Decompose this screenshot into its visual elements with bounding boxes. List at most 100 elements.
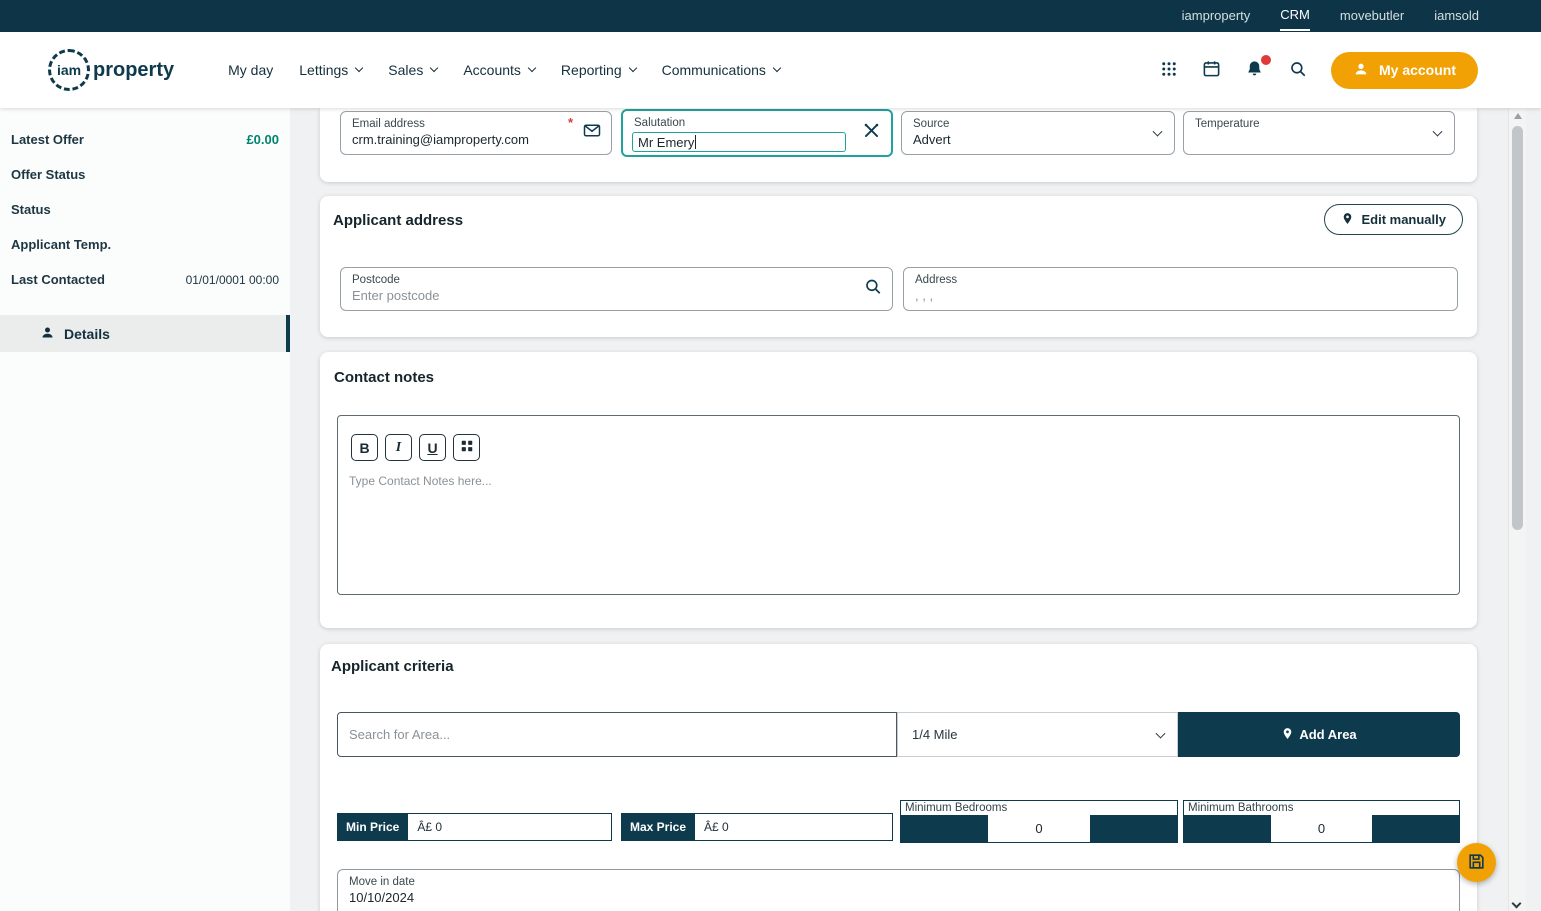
add-area-button[interactable]: Add Area: [1178, 712, 1460, 757]
radius-select[interactable]: 1/4 Mile: [897, 712, 1178, 757]
max-price-label: Max Price: [621, 813, 696, 841]
save-button[interactable]: [1457, 843, 1496, 882]
bathrooms-value[interactable]: 0: [1270, 815, 1373, 842]
person-icon: [40, 325, 55, 343]
bedrooms-value[interactable]: 0: [987, 815, 1091, 842]
source-value: Advert: [913, 132, 951, 147]
top-bar: iamproperty CRM movebutler iamsold: [0, 0, 1541, 32]
chevron-down-icon: [1155, 728, 1166, 739]
minimum-bedrooms-stepper: Minimum Bedrooms 0: [900, 800, 1178, 843]
topbar-link-crm[interactable]: CRM: [1280, 1, 1310, 31]
applicant-address-card: Applicant address Edit manually Postcode…: [320, 196, 1477, 337]
main-header: iam property My day Lettings Sales Accou…: [0, 32, 1541, 108]
sidebar-field-last-contacted: Last Contacted 01/01/0001 00:00: [11, 272, 279, 287]
chevron-down-icon: [527, 63, 537, 73]
primary-nav: My day Lettings Sales Accounts Reporting…: [228, 62, 782, 78]
chevron-down-icon: [628, 63, 637, 73]
min-price-input[interactable]: Â£ 0: [408, 813, 612, 841]
min-price-group: Min Price Â£ 0: [337, 813, 612, 841]
italic-button[interactable]: I: [385, 434, 412, 461]
edit-manually-button[interactable]: Edit manually: [1324, 204, 1463, 235]
minimum-bathrooms-stepper: Minimum Bathrooms 0: [1183, 800, 1460, 843]
nav-my-day[interactable]: My day: [228, 62, 273, 78]
person-icon: [1353, 61, 1369, 80]
chevron-down-icon: [772, 63, 782, 73]
required-marker: *: [567, 115, 573, 130]
notifications-button[interactable]: [1241, 53, 1273, 84]
my-account-label: My account: [1378, 62, 1456, 78]
scroll-up-arrow[interactable]: [1514, 113, 1522, 119]
contact-notes-card: Contact notes B I U Type Contact Notes h…: [320, 352, 1477, 628]
nav-lettings[interactable]: Lettings: [299, 62, 364, 78]
bathrooms-decrement-button[interactable]: [1184, 815, 1270, 842]
topbar-link-iamproperty[interactable]: iamproperty: [1182, 0, 1251, 32]
address-value: , , ,: [915, 288, 934, 303]
sidebar-field-applicant-temp: Applicant Temp.: [11, 237, 112, 252]
salutation-input[interactable]: Mr Emery: [632, 132, 846, 152]
postcode-field[interactable]: Postcode: [340, 267, 893, 311]
search-icon: [1289, 60, 1307, 81]
min-price-label: Min Price: [337, 813, 409, 841]
notification-badge: [1258, 53, 1273, 67]
sidebar-field-status: Status: [11, 202, 51, 217]
chevron-down-icon: [430, 63, 439, 73]
tools-icon[interactable]: [862, 121, 881, 145]
contact-details-card: Email address crm.training@iamproperty.c…: [320, 108, 1477, 182]
apps-grid-button[interactable]: [1155, 56, 1183, 84]
bedrooms-decrement-button[interactable]: [901, 815, 987, 842]
bold-button[interactable]: B: [351, 434, 378, 461]
grid-icon: [460, 439, 474, 456]
location-pin-icon: [1341, 212, 1354, 228]
scrollbar-thumb[interactable]: [1512, 126, 1523, 530]
vertical-scrollbar[interactable]: [1508, 108, 1526, 911]
sidebar-details-label: Details: [64, 325, 110, 342]
postcode-input[interactable]: [352, 288, 832, 303]
max-price-group: Max Price Â£ 0: [621, 813, 893, 841]
search-button[interactable]: [1284, 56, 1312, 84]
search-icon[interactable]: [864, 278, 882, 301]
max-price-input[interactable]: Â£ 0: [695, 813, 893, 841]
nav-sales[interactable]: Sales: [388, 62, 439, 78]
my-account-button[interactable]: My account: [1330, 51, 1478, 89]
email-address-value: crm.training@iamproperty.com: [352, 132, 529, 147]
move-in-date-value: 10/10/2024: [349, 890, 415, 905]
address-field[interactable]: Address , , ,: [903, 267, 1458, 311]
sidebar-field-offer-status: Offer Status: [11, 167, 86, 182]
iamproperty-crm-screen: iamproperty CRM movebutler iamsold iam p…: [0, 0, 1541, 911]
email-address-field[interactable]: Email address crm.training@iamproperty.c…: [340, 111, 612, 155]
source-select[interactable]: Source Advert: [901, 111, 1175, 155]
temperature-select[interactable]: Temperature: [1183, 111, 1455, 155]
applicant-address-title: Applicant address: [333, 212, 464, 229]
header-actions: My account: [1155, 51, 1478, 89]
bathrooms-increment-button[interactable]: [1373, 815, 1459, 842]
calendar-icon: [1202, 59, 1221, 81]
move-in-date-field[interactable]: Move in date 10/10/2024: [337, 869, 1460, 911]
nav-accounts[interactable]: Accounts: [463, 62, 537, 78]
text-cursor: [695, 135, 697, 149]
sidebar-item-details[interactable]: Details: [0, 315, 290, 352]
contact-notes-title: Contact notes: [334, 369, 435, 386]
area-search-input[interactable]: [337, 712, 897, 757]
apps-grid-icon: [1160, 60, 1178, 81]
nav-communications[interactable]: Communications: [662, 62, 782, 78]
salutation-field: Salutation Mr Emery: [621, 109, 893, 157]
underline-button[interactable]: U: [419, 434, 446, 461]
location-pin-icon: [1281, 727, 1294, 743]
iamproperty-logo[interactable]: iam property: [48, 49, 174, 91]
record-sidebar: Latest Offer £0.00 Offer Status Status A…: [0, 108, 290, 911]
topbar-link-iamsold[interactable]: iamsold: [1434, 0, 1479, 32]
insert-grid-button[interactable]: [453, 434, 480, 461]
bedrooms-increment-button[interactable]: [1091, 815, 1177, 842]
applicant-criteria-card: Applicant criteria 1/4 Mile Add Area Min…: [320, 644, 1477, 911]
envelope-icon: [583, 122, 601, 145]
scroll-down-arrow[interactable]: [1511, 898, 1522, 909]
latest-offer-value: £0.00: [246, 132, 279, 147]
nav-reporting[interactable]: Reporting: [561, 62, 637, 78]
contact-notes-editor[interactable]: B I U Type Contact Notes here...: [337, 415, 1460, 595]
topbar-link-movebutler[interactable]: movebutler: [1340, 0, 1404, 32]
save-floppy-icon: [1467, 852, 1486, 874]
calendar-button[interactable]: [1198, 56, 1226, 84]
chevron-down-icon: [355, 63, 364, 73]
sidebar-field-latest-offer: Latest Offer £0.00: [11, 132, 279, 147]
logo-mark: iam: [48, 49, 90, 91]
